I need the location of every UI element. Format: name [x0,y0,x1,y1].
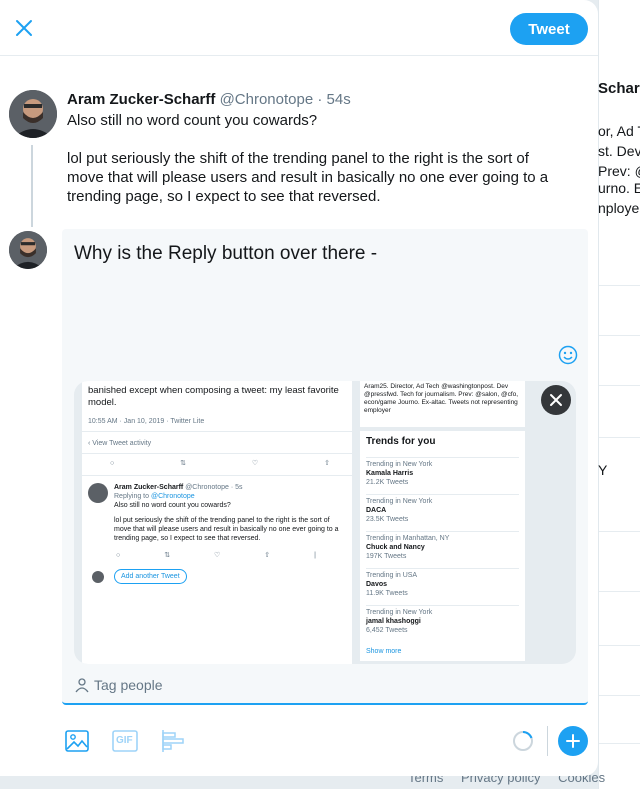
like-icon: ♡ [251,460,259,467]
trend-item: Trending in Manhattan, NY Chuck and Nancy… [366,531,519,561]
preview-reply-name: Aram Zucker-Scharff [114,484,184,491]
background-text: st. Dev [598,143,640,159]
compose-text[interactable]: Why is the Reply button over there - [74,243,377,265]
preview-add-another-button: Add another Tweet [114,569,187,584]
remove-media-button[interactable] [541,385,571,415]
preview-trends-title: Trends for you [366,436,436,447]
preview-trends-panel: Trends for you Trending in New York Kamal… [360,431,525,661]
close-icon[interactable] [12,16,36,40]
preview-replying-to: Replying to [114,493,150,500]
image-icon[interactable] [64,728,90,754]
background-text: or, Ad T [598,123,640,139]
trend-item: Trending in USA Davos 11.9K Tweets [366,568,519,598]
trend-item: Trending in New York DACA 23.5K Tweets [366,494,519,524]
trend-name: Chuck and Nancy [366,544,425,551]
tweet-text-line2: lol put seriously the shift of the trend… [67,150,549,205]
reply-icon: ○ [110,460,115,467]
preview-reply-actions: ○ ⇅ ♡ ⇧ | [116,552,316,559]
author-handle[interactable]: @Chronotope [220,91,314,108]
compose-reply-modal: Tweet Aram Zucker-Scharff @Chronotope · … [0,0,598,776]
trend-context: Trending in Manhattan, NY [366,535,450,542]
trend-count: 11.9K Tweets [366,590,408,597]
person-icon [75,678,89,693]
trend-count: 6,452 Tweets [366,627,408,634]
trend-context: Trending in New York [366,461,433,468]
preview-top-text: banished except when composing a tweet: … [88,385,339,408]
tweet-time: · 54s [317,91,351,108]
preview-action-icons: ○ ⇅ ♡ ⇧ [110,459,330,468]
background-text: Prev: @ [598,163,640,179]
retweet-icon: ⇅ [180,460,187,467]
trend-context: Trending in New York [366,609,433,616]
gif-icon[interactable]: GIF [112,728,138,754]
trend-count: 197K Tweets [366,553,407,560]
preview-left-column: banished except when composing a tweet: … [82,381,352,664]
preview-replying-handle: @Chronotope [150,493,195,500]
gif-label: GIF [116,735,133,746]
preview-reply-handle: @Chronotope · 5s [185,484,243,491]
preview-avatar [88,483,108,503]
preview-meta: 10:55 AM · Jan 10, 2019 · Twitter Lite [88,418,205,425]
original-tweet: Aram Zucker-Scharff @Chronotope · 54s Al… [67,90,567,225]
preview-reply-line1: Also still no word count you cowards? [114,502,231,509]
trend-context: Trending in USA [366,572,418,579]
trend-item: Trending in New York jamal khashoggi 6,452… [366,605,519,635]
poll-icon[interactable] [160,728,186,754]
compose-toolbar: GIF [62,720,588,760]
background-text: Y [598,462,608,478]
modal-header: Tweet [0,0,598,56]
preview-reply-line2: lol put seriously the shift of the trend… [114,517,339,542]
close-icon [550,394,562,406]
background-text: urno. Ex [598,180,640,196]
user-avatar [9,231,47,269]
original-author-avatar[interactable] [9,90,57,138]
character-count-ring [512,730,534,752]
tweet-text-line1: Also still no word count you cowards? [67,112,318,129]
author-name[interactable]: Aram Zucker-Scharff [67,91,215,108]
compose-box[interactable]: Why is the Reply button over there - ban… [62,229,588,705]
trend-name: Davos [366,581,388,588]
trend-item: Trending in New York Kamala Harris 21.2K T… [366,457,519,487]
trend-count: 23.5K Tweets [366,516,409,523]
tag-people-label: Tag people [94,677,163,693]
tweet-button[interactable]: Tweet [510,13,588,45]
preview-activity: View Tweet activity [92,440,152,447]
background-text: Scharff [598,80,640,97]
toolbar-divider [547,726,548,756]
trend-count: 21.2K Tweets [366,479,409,486]
activity-icon: ‹ [88,440,91,447]
trend-context: Trending in New York [366,498,433,505]
trend-name: Kamala Harris [366,470,414,477]
trend-name: DACA [366,507,387,514]
tag-people-button[interactable]: Tag people [74,677,163,693]
plus-icon [566,734,580,748]
background-text: nployer [598,200,640,216]
background-sidebar [598,0,640,789]
attached-image[interactable]: banished except when composing a tweet: … [74,381,576,664]
thread-connector [31,145,33,227]
trend-name: jamal khashoggi [366,618,421,625]
share-icon: ⇧ [324,460,330,467]
add-tweet-button[interactable] [558,726,588,756]
emoji-icon[interactable] [558,345,578,365]
preview-bio: Aram25. Director, Ad Tech @washingtonpos… [360,381,525,427]
preview-show-more: Show more [366,648,402,655]
